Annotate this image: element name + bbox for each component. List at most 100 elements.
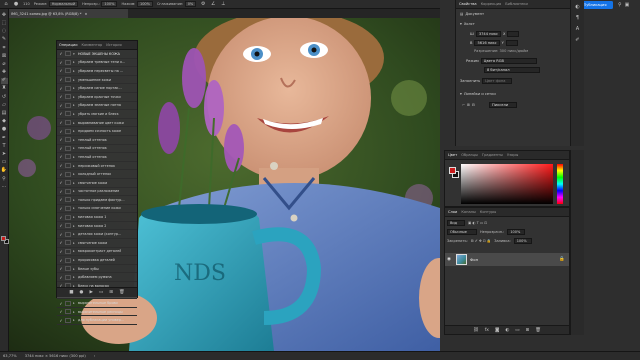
folder-icon[interactable]: ▭ xyxy=(515,328,519,333)
dialog-toggle[interactable] xyxy=(65,171,71,177)
workspace-icon[interactable]: ▣ xyxy=(625,2,630,8)
dialog-toggle[interactable] xyxy=(65,240,71,246)
action-item[interactable]: ✓ ▸ микроконтраст деталей xyxy=(57,248,137,257)
action-item[interactable]: ✓ ▸ персиковый оттенок xyxy=(57,162,137,171)
dialog-toggle[interactable] xyxy=(65,300,71,306)
tab-actions[interactable]: Операции xyxy=(59,43,78,47)
check-icon[interactable]: ✓ xyxy=(57,275,65,280)
action-item[interactable]: ✓ ▸ смягчение кожи xyxy=(57,239,137,248)
chevron-right-icon[interactable]: › xyxy=(94,354,95,358)
dialog-toggle[interactable] xyxy=(65,94,71,100)
layer-fill-field[interactable]: 100% xyxy=(513,238,532,244)
tab-comments[interactable]: Комментар xyxy=(82,43,103,47)
hand-icon[interactable]: ✋ xyxy=(1,168,8,175)
mask-icon[interactable]: ◙ xyxy=(495,328,499,333)
eye-icon[interactable]: ◉ xyxy=(447,257,453,262)
tab-paths[interactable]: Контуры xyxy=(480,210,496,214)
tab-libraries[interactable]: Библиотеки xyxy=(505,2,528,6)
action-item[interactable]: ✓ ▸ убираем пересветы на ... xyxy=(57,67,137,76)
brushes-icon[interactable]: ✐ xyxy=(575,37,579,43)
eraser-icon[interactable]: ▱ xyxy=(1,102,8,109)
tab-properties[interactable]: Свойства xyxy=(459,2,477,6)
canvas-header-chevron[interactable]: ▾ xyxy=(460,22,462,26)
units-select[interactable]: Пиксели xyxy=(489,102,518,108)
foreground-color-swatch[interactable] xyxy=(1,236,6,241)
tab-layers[interactable]: Слои xyxy=(448,210,457,214)
action-item[interactable]: ✓ ▸ для публикации универ... xyxy=(57,316,137,325)
new-layer-icon[interactable]: ⊞ xyxy=(526,328,530,333)
action-item[interactable]: ✓ ▸ убираем тревные тени к... xyxy=(57,59,137,68)
action-item[interactable]: ✓ ▸ выравнивание цвет кожи xyxy=(57,119,137,128)
dialog-toggle[interactable] xyxy=(65,59,71,65)
action-item[interactable]: ✓ ▸ убираем зеленые пятна xyxy=(57,102,137,111)
action-item[interactable]: ✓ ▸ только придаем фактур... xyxy=(57,196,137,205)
more-icon[interactable]: ⋯ xyxy=(1,184,8,191)
width-field[interactable]: 3744 пикс xyxy=(475,31,501,37)
check-icon[interactable]: ✓ xyxy=(57,223,65,228)
check-icon[interactable]: ✓ xyxy=(57,258,65,263)
adjustment-icon[interactable]: ◐ xyxy=(505,328,509,333)
check-icon[interactable]: ✓ xyxy=(57,154,65,159)
tab-adjustments[interactable]: Коррекция xyxy=(481,2,502,6)
guides-header-chevron[interactable]: ▾ xyxy=(460,92,462,96)
search-icon[interactable]: ⚲ xyxy=(618,2,622,8)
dialog-toggle[interactable] xyxy=(65,214,71,220)
dialog-toggle[interactable] xyxy=(65,120,71,126)
action-item[interactable]: ✓ ▸ деталях кожи (контур... xyxy=(57,230,137,240)
marquee-icon[interactable]: ⬚ xyxy=(1,20,8,27)
grid-icon[interactable]: ⊞ xyxy=(467,103,470,107)
action-item[interactable]: ✓ ▸ выразительные брови xyxy=(57,299,137,308)
check-icon[interactable]: ✓ xyxy=(57,206,65,211)
check-icon[interactable]: ✓ xyxy=(57,60,65,65)
dialog-toggle[interactable] xyxy=(65,231,71,237)
check-icon[interactable]: ✓ xyxy=(57,111,65,116)
record-icon[interactable]: ● xyxy=(80,290,84,295)
document-tab[interactable]: IMG_3241 копия.jpg @ 63,8% (RGB/8) * × xyxy=(8,9,128,18)
tab-swatches[interactable]: Образцы xyxy=(461,153,478,157)
frame-icon[interactable]: ⊠ xyxy=(1,53,8,60)
type-icon[interactable]: T xyxy=(1,143,8,150)
blend-mode-select[interactable]: Обычные xyxy=(447,229,477,235)
check-icon[interactable]: ✓ xyxy=(57,103,65,108)
dialog-toggle[interactable] xyxy=(65,274,71,280)
gear-icon[interactable]: ⚙ xyxy=(200,1,206,7)
y-field[interactable] xyxy=(505,40,518,46)
action-item[interactable]: ✓ ▸ смягчение кожи xyxy=(57,179,137,188)
guides-icon[interactable]: ⊟ xyxy=(472,103,475,107)
check-icon[interactable]: ✓ xyxy=(57,163,65,168)
color-mode-select[interactable]: Цвета RGB xyxy=(480,58,537,64)
check-icon[interactable]: ✓ xyxy=(57,146,65,151)
quick-select-icon[interactable]: ✎ xyxy=(1,37,8,44)
symmetry-icon[interactable]: ⟂ xyxy=(220,1,226,7)
dialog-toggle[interactable] xyxy=(65,180,71,186)
tab-history[interactable]: История xyxy=(106,43,121,47)
dialog-toggle[interactable] xyxy=(65,188,71,194)
lock-icons[interactable]: ⊞ ✐ ✥ ⊡ 🔒 xyxy=(471,239,492,243)
action-item[interactable]: ✓ ▸ придаем сочность коже xyxy=(57,127,137,136)
check-icon[interactable]: ✓ xyxy=(57,232,65,237)
zoom-icon[interactable]: ⚲ xyxy=(1,176,8,183)
check-icon[interactable]: ✓ xyxy=(57,137,65,142)
close-icon[interactable]: × xyxy=(85,12,88,16)
clone-stamp-icon[interactable]: ♜ xyxy=(1,86,8,93)
dialog-toggle[interactable] xyxy=(65,197,71,203)
check-icon[interactable]: ✓ xyxy=(57,249,65,254)
brush-icon[interactable]: ✐ xyxy=(0,77,8,85)
zoom-readout[interactable]: 63,77% xyxy=(3,354,17,358)
check-icon[interactable]: ✓ xyxy=(57,68,65,73)
dialog-toggle[interactable] xyxy=(65,77,71,83)
action-item[interactable]: ✓ ▸ уменьшение кожи xyxy=(57,76,137,85)
x-field[interactable] xyxy=(507,31,520,37)
action-item[interactable]: ✓ ▸ только смягчение кожи xyxy=(57,205,137,214)
filter-icons[interactable]: ▣ ◐ T ▭ ⊡ xyxy=(468,221,487,225)
check-icon[interactable]: ✓ xyxy=(57,215,65,220)
pressure-field[interactable]: 100% xyxy=(136,1,153,7)
dialog-toggle[interactable] xyxy=(65,102,71,108)
lasso-icon[interactable]: ◌ xyxy=(1,28,8,35)
opacity-field[interactable]: 100% xyxy=(101,1,118,7)
check-icon[interactable]: ✓ xyxy=(57,318,65,323)
check-icon[interactable]: ✓ xyxy=(57,180,65,185)
brush-size-value[interactable]: 110 xyxy=(23,2,30,6)
color-field[interactable] xyxy=(461,164,553,204)
check-icon[interactable]: ✓ xyxy=(57,301,65,306)
